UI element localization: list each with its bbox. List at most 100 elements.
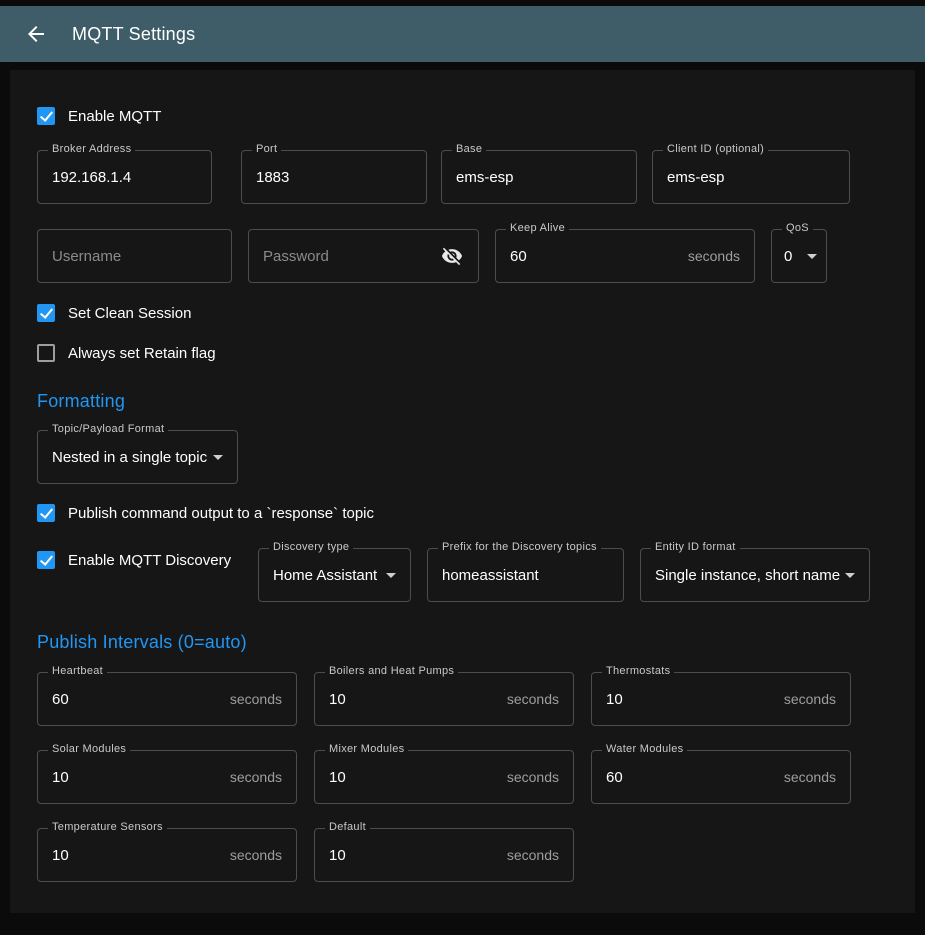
- retain-flag-checkbox-row[interactable]: Always set Retain flag: [37, 341, 888, 365]
- enable-discovery-label: Enable MQTT Discovery: [68, 552, 231, 569]
- qos-value: 0: [784, 248, 792, 265]
- interval-label: Default: [325, 821, 370, 833]
- keep-alive-field: Keep Alive seconds: [495, 229, 755, 283]
- publish-intervals-heading: Publish Intervals (0=auto): [37, 632, 888, 653]
- retain-flag-checkbox[interactable]: [37, 344, 55, 362]
- client-id-field: Client ID (optional): [652, 150, 850, 204]
- discovery-type-select[interactable]: Discovery type Home Assistant: [258, 548, 411, 602]
- interval-field-default: Default seconds: [314, 828, 574, 882]
- publish-response-label: Publish command output to a `response` t…: [68, 505, 374, 522]
- retain-flag-label: Always set Retain flag: [68, 345, 216, 362]
- discovery-type-value: Home Assistant: [273, 567, 377, 584]
- qos-select[interactable]: QoS 0: [771, 229, 827, 283]
- topic-payload-format-label: Topic/Payload Format: [48, 423, 168, 435]
- enable-mqtt-checkbox[interactable]: [37, 107, 55, 125]
- password-input[interactable]: [263, 248, 440, 265]
- topic-format-row: Topic/Payload Format Nested in a single …: [37, 430, 888, 484]
- client-id-input[interactable]: [667, 169, 835, 186]
- interval-input-default[interactable]: [329, 847, 499, 864]
- interval-input-thermostats[interactable]: [606, 691, 776, 708]
- formatting-heading: Formatting: [37, 391, 888, 412]
- topic-payload-format-select[interactable]: Topic/Payload Format Nested in a single …: [37, 430, 238, 484]
- interval-label: Solar Modules: [48, 743, 130, 755]
- discovery-type-label: Discovery type: [269, 541, 353, 553]
- username-field: [37, 229, 232, 283]
- interval-field-boilers: Boilers and Heat Pumps seconds: [314, 672, 574, 726]
- password-field: [248, 229, 479, 283]
- interval-field-thermostats: Thermostats seconds: [591, 672, 851, 726]
- broker-address-input[interactable]: [52, 169, 197, 186]
- base-label: Base: [452, 143, 486, 155]
- interval-input-heartbeat[interactable]: [52, 691, 222, 708]
- interval-field-temperature-sensors: Temperature Sensors seconds: [37, 828, 297, 882]
- qos-label: QoS: [782, 222, 813, 234]
- port-input[interactable]: [256, 169, 412, 186]
- interval-label: Thermostats: [602, 665, 674, 677]
- interval-suffix: seconds: [776, 691, 836, 707]
- port-label: Port: [252, 143, 281, 155]
- entity-id-format-select[interactable]: Entity ID format Single instance, short …: [640, 548, 870, 602]
- app-bar: MQTT Settings: [0, 6, 925, 62]
- interval-suffix: seconds: [499, 769, 559, 785]
- interval-suffix: seconds: [222, 847, 282, 863]
- enable-discovery-checkbox-row[interactable]: Enable MQTT Discovery: [37, 548, 258, 572]
- interval-suffix: seconds: [776, 769, 836, 785]
- dropdown-caret-icon: [213, 455, 223, 460]
- enable-discovery-checkbox[interactable]: [37, 551, 55, 569]
- enable-mqtt-checkbox-row[interactable]: Enable MQTT: [37, 104, 888, 128]
- interval-input-mixer[interactable]: [329, 769, 499, 786]
- clean-session-checkbox[interactable]: [37, 304, 55, 322]
- base-input[interactable]: [456, 169, 622, 186]
- interval-suffix: seconds: [222, 769, 282, 785]
- dropdown-caret-icon: [386, 573, 396, 578]
- interval-label: Water Modules: [602, 743, 687, 755]
- toggle-password-visibility-button[interactable]: [440, 244, 464, 268]
- interval-label: Heartbeat: [48, 665, 107, 677]
- port-field: Port: [241, 150, 427, 204]
- dropdown-caret-icon: [845, 573, 855, 578]
- settings-panel: Enable MQTT Broker Address Port Base Cli…: [10, 70, 915, 913]
- interval-field-heartbeat: Heartbeat seconds: [37, 672, 297, 726]
- publish-response-checkbox[interactable]: [37, 504, 55, 522]
- arrow-back-icon: [24, 22, 48, 46]
- keep-alive-suffix: seconds: [680, 248, 740, 264]
- broker-row: Broker Address Port Base Client ID (opti…: [37, 150, 888, 204]
- keep-alive-label: Keep Alive: [506, 222, 569, 234]
- interval-label: Boilers and Heat Pumps: [325, 665, 458, 677]
- enable-mqtt-label: Enable MQTT: [68, 108, 161, 125]
- discovery-row: Enable MQTT Discovery Discovery type Hom…: [37, 548, 888, 602]
- dropdown-caret-icon: [807, 254, 817, 259]
- interval-field-water: Water Modules seconds: [591, 750, 851, 804]
- interval-input-boilers[interactable]: [329, 691, 499, 708]
- interval-input-water[interactable]: [606, 769, 776, 786]
- interval-field-solar: Solar Modules seconds: [37, 750, 297, 804]
- publish-response-checkbox-row[interactable]: Publish command output to a `response` t…: [37, 501, 888, 525]
- interval-field-mixer: Mixer Modules seconds: [314, 750, 574, 804]
- discovery-prefix-label: Prefix for the Discovery topics: [438, 541, 601, 553]
- credentials-row: Keep Alive seconds QoS 0: [37, 229, 888, 283]
- interval-suffix: seconds: [499, 847, 559, 863]
- entity-id-format-label: Entity ID format: [651, 541, 740, 553]
- clean-session-label: Set Clean Session: [68, 305, 191, 322]
- clean-session-checkbox-row[interactable]: Set Clean Session: [37, 301, 888, 325]
- discovery-prefix-field: Prefix for the Discovery topics: [427, 548, 624, 602]
- interval-label: Temperature Sensors: [48, 821, 167, 833]
- interval-suffix: seconds: [222, 691, 282, 707]
- broker-address-label: Broker Address: [48, 143, 135, 155]
- interval-suffix: seconds: [499, 691, 559, 707]
- broker-address-field: Broker Address: [37, 150, 212, 204]
- interval-input-solar[interactable]: [52, 769, 222, 786]
- keep-alive-input[interactable]: [510, 248, 680, 265]
- interval-input-temperature-sensors[interactable]: [52, 847, 222, 864]
- back-button[interactable]: [14, 12, 58, 56]
- publish-intervals-grid: Heartbeat seconds Boilers and Heat Pumps…: [37, 672, 888, 882]
- topic-payload-format-value: Nested in a single topic: [52, 449, 207, 466]
- username-input[interactable]: [52, 248, 217, 265]
- entity-id-format-value: Single instance, short name: [655, 567, 840, 584]
- discovery-prefix-input[interactable]: [442, 567, 609, 584]
- client-id-label: Client ID (optional): [663, 143, 768, 155]
- interval-label: Mixer Modules: [325, 743, 408, 755]
- page-title: MQTT Settings: [72, 24, 195, 45]
- visibility-off-icon: [441, 245, 463, 267]
- base-field: Base: [441, 150, 637, 204]
